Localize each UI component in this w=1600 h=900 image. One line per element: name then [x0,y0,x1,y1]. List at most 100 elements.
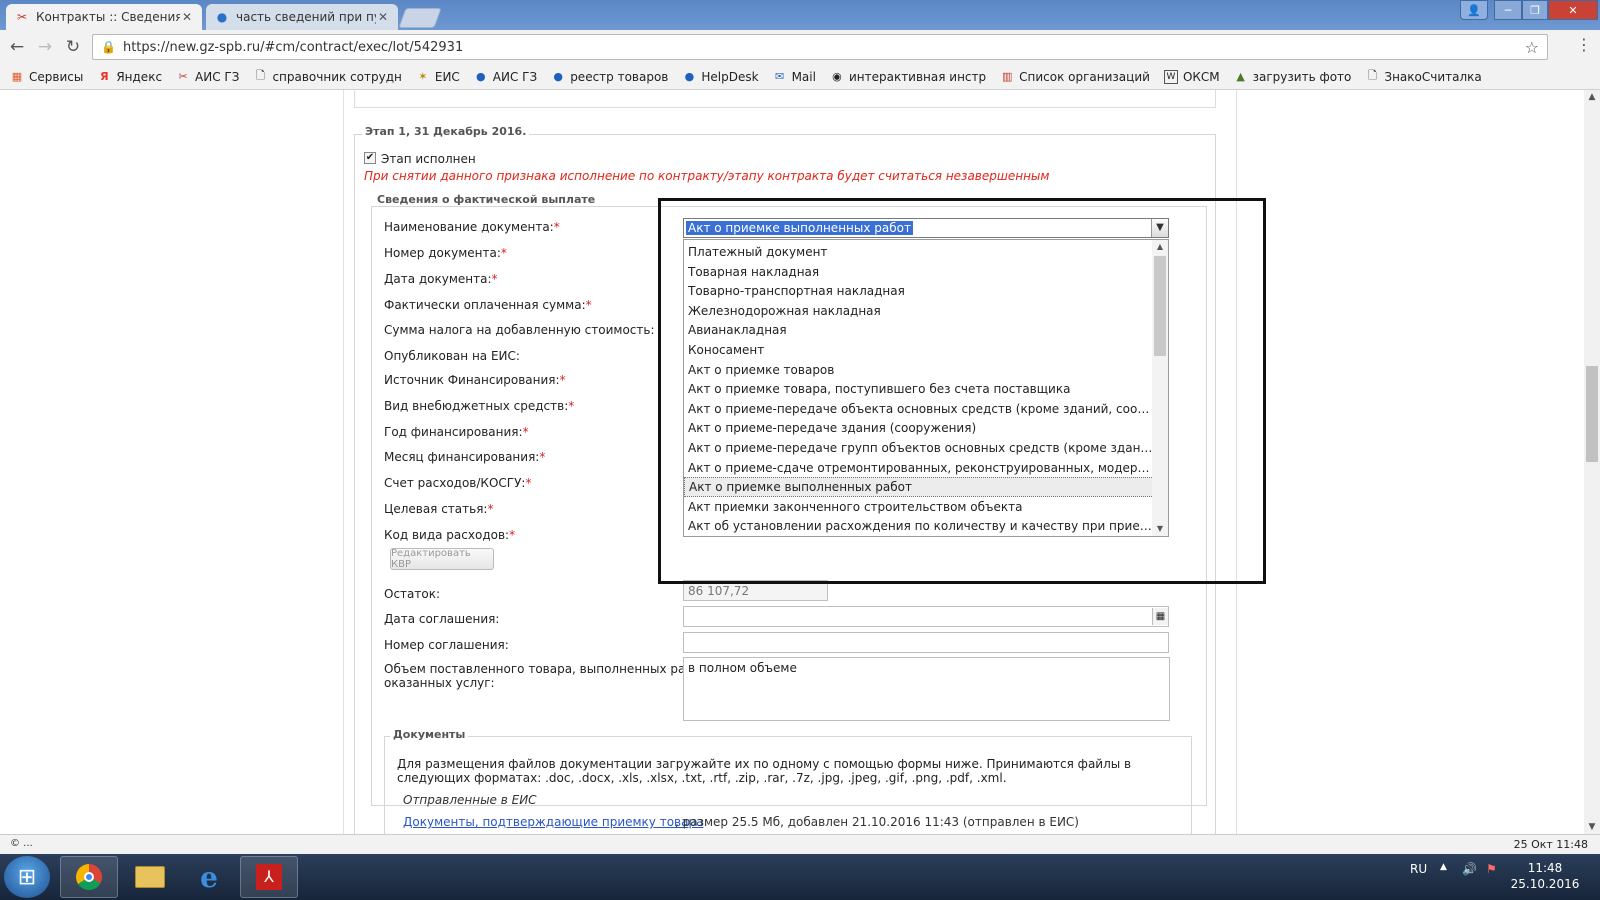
agreement-number-label: Номер соглашения: [384,638,509,652]
tab-contracts[interactable]: ✂ Контракты :: Сведения о ✕ [6,4,202,30]
forward-arrow-icon[interactable]: → [34,36,56,58]
bookmark-mail[interactable]: ✉ Mail [773,70,816,84]
browser-tab-bar: ✂ Контракты :: Сведения о ✕ ● часть свед… [0,0,1600,30]
apps-grid-icon: ▦ [11,70,23,83]
menu-dots-icon[interactable]: ⋮ [1576,37,1592,53]
maximize-button[interactable]: ❐ [1522,0,1548,20]
page-icon: 🗋 [256,69,265,82]
expense-code-label: Код вида расходов:* [384,528,516,542]
copyright-text: © ... [10,838,33,849]
globe-icon: ● [553,70,563,83]
page-scroll-thumb[interactable] [1586,366,1598,462]
scroll-down-arrow-icon[interactable]: ▼ [1584,820,1600,834]
bookmark-ais-gz-2[interactable]: ● АИС ГЗ [474,70,537,84]
vat-sum-label: Сумма налога на добавленную стоимость: [384,323,655,337]
acrobat-taskbar-icon[interactable]: ⅄ [240,856,298,898]
star-icon[interactable]: ☆ [1525,38,1539,57]
window-close-button[interactable]: ✕ [1548,0,1598,20]
bookmark-eis[interactable]: ✶ ЕИС [416,70,460,84]
tray-expand-icon[interactable]: ▲ [1440,862,1447,872]
bookmark-goods-registry[interactable]: ● реестр товаров [551,70,668,84]
volume-icon[interactable]: 🔊 [1462,862,1477,876]
doc-number-label: Номер документа:* [384,246,507,260]
globe-icon: ● [216,10,228,24]
windows-logo-icon: ⊞ [17,864,37,890]
chart-icon: ▥ [1001,70,1013,83]
bookmark-upload-photo[interactable]: ▲ загрузить фото [1234,70,1351,84]
documents-link[interactable]: Документы, подтверждающие приемку товара [403,815,703,829]
page-viewport: Этап 1, 31 Декабрь 2016. ✔ Этап исполнен… [0,90,1584,834]
volume-label-line1: Объем поставленного товара, выполненных … [384,662,711,676]
ie-taskbar-icon[interactable]: e [180,856,238,898]
stage-done-checkbox[interactable]: ✔ [364,152,376,164]
documents-fieldset: Для размещения файлов документации загру… [384,736,1192,834]
doc-date-label: Дата документа:* [384,272,498,286]
taskbar-clock[interactable]: 11:48 25.10.2016 [1510,860,1580,892]
minimize-button[interactable]: ─ [1494,0,1522,20]
edit-kvr-button[interactable]: Редактировать КВР [390,548,494,570]
tool-icon: ✂ [16,10,28,24]
account-label: Счет расходов/КОСГУ:* [384,476,532,490]
language-indicator[interactable]: RU [1410,862,1427,876]
calendar-icon[interactable]: ▦ [1152,608,1168,625]
mail-icon: ✉ [774,70,785,83]
documents-sent-label: Отправленные в ЕИС [403,793,537,807]
explorer-taskbar-icon[interactable] [121,856,179,898]
lock-icon: 🔒 [101,40,116,54]
bookmark-yandex[interactable]: Я Яндекс [97,70,162,84]
page-scrollbar[interactable]: ▲ ▼ [1584,90,1600,834]
page-status-bar: © ... 25 Окт 11:48 [0,834,1600,854]
browser-toolbar: ← → ↻ 🔒 https://new.gz-spb.ru/#cm/contra… [0,30,1600,64]
photo-icon: ▲ [1236,70,1245,83]
bookmark-helpdesk[interactable]: ● HelpDesk [682,70,759,84]
volume-label-line2: оказанных услуг: [384,676,495,690]
paid-sum-label: Фактически оплаченная сумма:* [384,298,592,312]
stage-legend: Этап 1, 31 Декабрь 2016. [362,125,530,138]
doc-name-label: Наименование документа:* [384,220,560,234]
new-tab-button[interactable] [398,8,442,28]
url-text: https://new.gz-spb.ru/#cm/contract/exec/… [122,39,464,55]
network-error-icon[interactable]: ⚑ [1486,862,1497,876]
agreement-date-input[interactable] [683,606,1169,627]
bookmark-ais-gz[interactable]: ✂ АИС ГЗ [176,70,239,84]
address-bar[interactable]: 🔒 https://new.gz-spb.ru/#cm/contract/exe… [92,34,1548,60]
volume-textarea[interactable]: в полном объеме [683,657,1170,721]
payment-legend: Сведения о фактической выплате [374,193,599,206]
status-datetime: 25 Окт 11:48 [1513,838,1588,851]
remainder-label: Остаток: [384,587,441,601]
yandex-icon: Я [100,70,109,83]
bookmark-org-list[interactable]: ▥ Список организаций [1000,70,1150,84]
fin-source-label: Источник Финансирования:* [384,373,566,387]
bookmark-interactive[interactable]: ◉ интерактивная инстр [830,70,986,84]
agreement-date-label: Дата соглашения: [384,612,500,626]
target-label: Целевая статья:* [384,502,494,516]
close-icon[interactable]: ✕ [180,10,194,24]
published-label: Опубликован на ЕИС: [384,349,520,363]
tool-icon: ✂ [178,70,188,83]
annotation-rectangle [658,198,1266,584]
tab-info[interactable]: ● часть сведений при пуб ✕ [206,4,398,30]
scroll-up-arrow-icon[interactable]: ▲ [1584,90,1600,104]
github-icon: ◉ [832,70,842,83]
close-icon[interactable]: ✕ [376,10,390,24]
documents-meta: , размер 25.5 Мб, добавлен 21.10.2016 11… [675,815,1079,829]
profile-icon[interactable]: 👤 [1460,0,1488,20]
bookmark-oksm[interactable]: W ОКСМ [1163,69,1220,84]
stage-done-label: Этап исполнен [381,152,476,166]
reload-icon[interactable]: ↻ [62,36,84,58]
documents-legend: Документы [390,728,469,741]
globe-icon: ● [684,70,695,83]
back-arrow-icon[interactable]: ← [6,36,28,58]
bookmarks-bar: ▦ Сервисы Я Яндекс ✂ АИС ГЗ 🗋 справочник сот… [0,64,1600,90]
emblem-icon: ✶ [418,70,428,83]
bookmark-staff-directory[interactable]: 🗋 справочник сотрудн [253,69,402,84]
agreement-number-input[interactable] [683,632,1169,653]
stage-warning-text: При снятии данного признака исполнение п… [364,169,1050,183]
wiki-icon: W [1163,69,1178,84]
chrome-taskbar-icon[interactable] [60,856,118,898]
start-button[interactable]: ⊞ [4,856,50,898]
tab-title: Контракты :: Сведения о [36,10,180,24]
documents-instructions: Для размещения файлов документации загру… [397,757,1132,785]
bookmark-services[interactable]: ▦ Сервисы [10,70,84,84]
bookmark-znakoschitalka[interactable]: 🗋 ЗнакоСчиталка [1365,69,1482,84]
